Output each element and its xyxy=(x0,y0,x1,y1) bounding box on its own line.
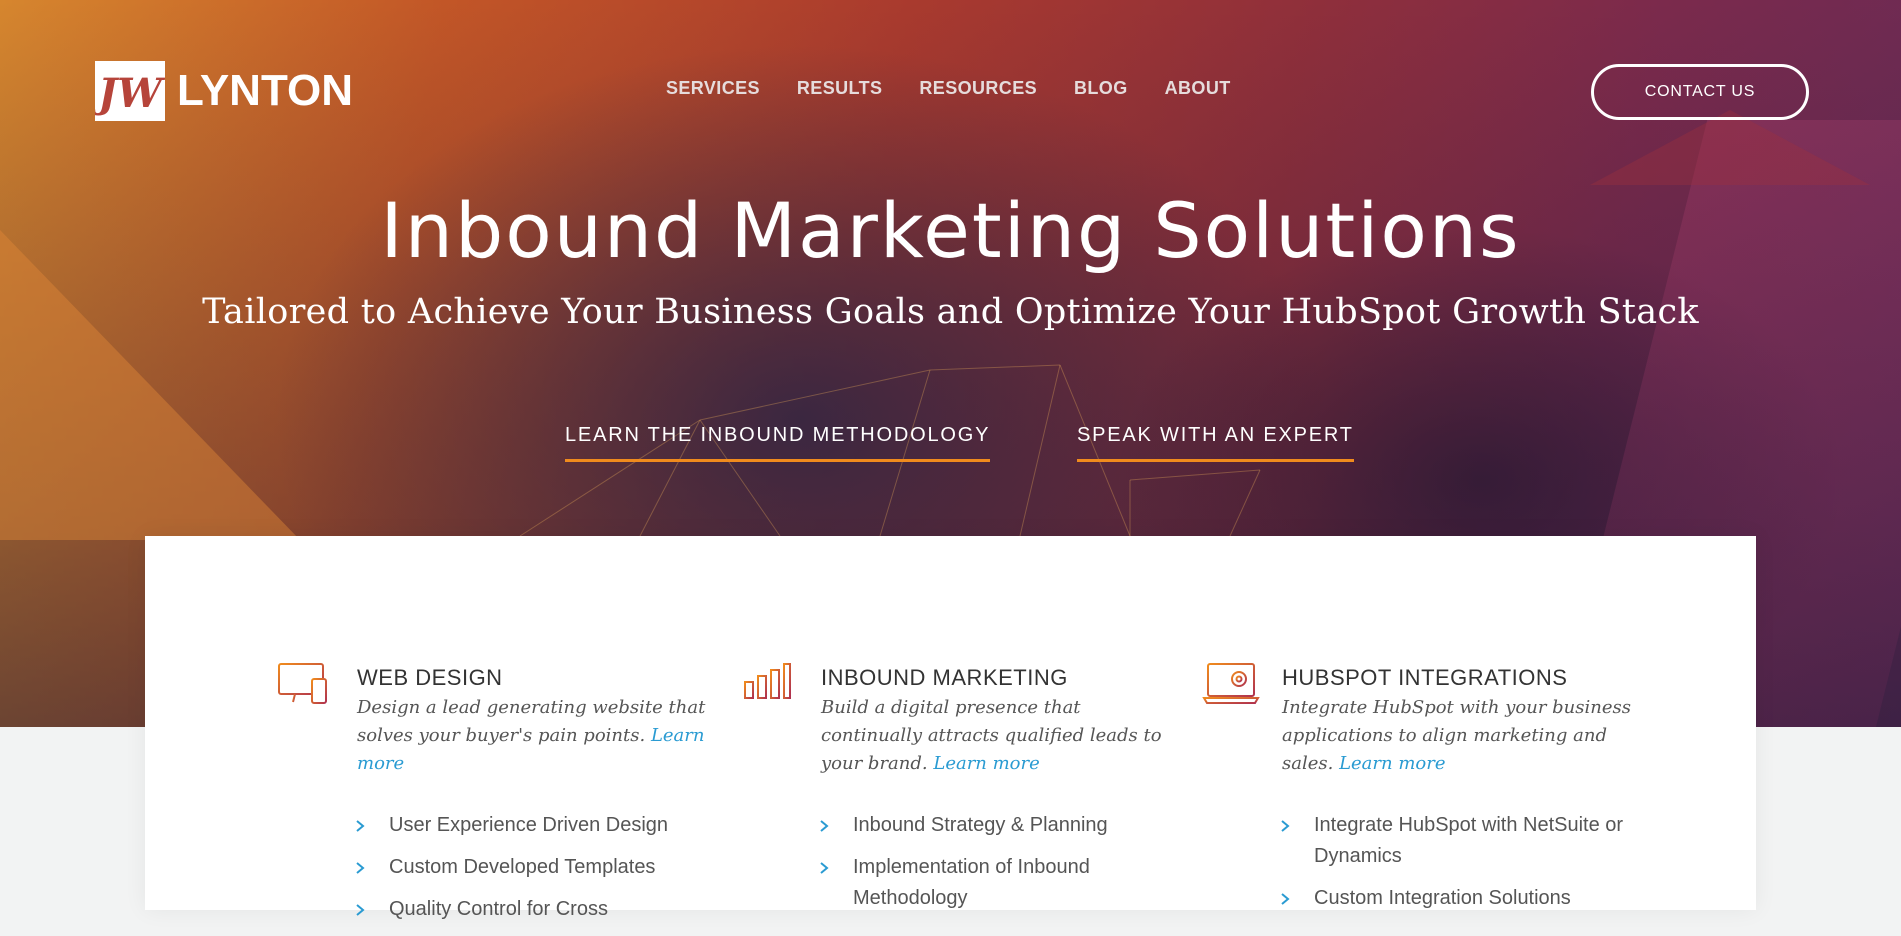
lynton-logo[interactable]: JW LYNTON xyxy=(95,61,353,121)
service-bullet-list: Inbound Strategy & Planning Implementati… xyxy=(817,810,1176,914)
logo-wordmark: LYNTON xyxy=(177,66,354,115)
list-item-label: Custom Developed Templates xyxy=(389,856,656,878)
chevron-right-icon xyxy=(356,904,365,916)
logo-mark-icon: JW xyxy=(95,61,165,121)
service-bullet-list: Integrate HubSpot with NetSuite or Dynam… xyxy=(1278,810,1637,914)
list-item[interactable]: Integrate HubSpot with NetSuite or Dynam… xyxy=(1278,810,1637,872)
list-item-label: Custom Integration Solutions xyxy=(1314,887,1571,909)
learn-inbound-methodology-link[interactable]: LEARN THE INBOUND METHODOLOGY xyxy=(565,424,991,462)
list-item-label: Implementation of Inbound Methodology xyxy=(853,856,1090,909)
main-nav: SERVICES RESULTS RESOURCES BLOG ABOUT xyxy=(666,78,1268,99)
list-item[interactable]: Custom Integration Solutions xyxy=(1278,883,1637,914)
laptop-gear-icon xyxy=(1202,662,1260,706)
service-body: INBOUND MARKETING Build a digital presen… xyxy=(820,662,1176,925)
devices-icon xyxy=(277,662,329,706)
speak-with-expert-link[interactable]: SPEAK WITH AN EXPERT xyxy=(1077,424,1354,462)
service-description-text: Integrate HubSpot with your business app… xyxy=(1282,697,1631,774)
nav-item-services[interactable]: SERVICES xyxy=(666,78,760,99)
service-body: WEB DESIGN Design a lead generating webs… xyxy=(356,662,712,936)
bar-chart-icon xyxy=(741,662,793,706)
hero-title: Inbound Marketing Solutions xyxy=(380,186,1521,275)
hero-subtitle: Tailored to Achieve Your Business Goals … xyxy=(202,292,1699,332)
service-bullet-list: User Experience Driven Design Custom Dev… xyxy=(353,810,712,925)
service-description: Design a lead generating website that so… xyxy=(357,694,712,778)
service-body: HUBSPOT INTEGRATIONS Integrate HubSpot w… xyxy=(1281,662,1637,925)
chevron-right-icon xyxy=(820,862,829,874)
nav-item-about[interactable]: ABOUT xyxy=(1165,78,1231,99)
service-description: Integrate HubSpot with your business app… xyxy=(1282,694,1637,778)
chevron-right-icon xyxy=(356,862,365,874)
service-description: Build a digital presence that continuall… xyxy=(821,694,1176,778)
list-item[interactable]: Inbound Strategy & Planning xyxy=(817,810,1176,841)
nav-item-blog[interactable]: BLOG xyxy=(1074,78,1128,99)
learn-more-link[interactable]: Learn more xyxy=(1339,753,1445,774)
list-item[interactable]: Custom Developed Templates xyxy=(353,852,712,883)
chevron-right-icon xyxy=(1281,893,1290,905)
list-item-label: User Experience Driven Design xyxy=(389,814,669,836)
service-title: WEB DESIGN xyxy=(357,665,503,690)
nav-item-results[interactable]: RESULTS xyxy=(797,78,882,99)
list-item-label: Integrate HubSpot with NetSuite or Dynam… xyxy=(1314,814,1624,867)
services-card: WEB DESIGN Design a lead generating webs… xyxy=(145,536,1756,920)
logo-mark-text: JW xyxy=(95,70,165,117)
list-item[interactable]: User Experience Driven Design xyxy=(353,810,712,841)
list-item-label: Inbound Strategy & Planning xyxy=(853,814,1108,836)
list-item-label: Quality Control for Cross xyxy=(389,898,608,920)
service-title: HUBSPOT INTEGRATIONS xyxy=(1282,665,1568,690)
list-item[interactable]: Implementation of Inbound Methodology xyxy=(817,852,1176,914)
learn-more-link[interactable]: Learn more xyxy=(933,753,1039,774)
nav-item-resources[interactable]: RESOURCES xyxy=(919,78,1037,99)
chevron-right-icon xyxy=(820,820,829,832)
contact-us-button[interactable]: CONTACT US xyxy=(1591,64,1809,120)
service-title: INBOUND MARKETING xyxy=(821,665,1068,690)
chevron-right-icon xyxy=(356,820,365,832)
chevron-right-icon xyxy=(1281,820,1290,832)
